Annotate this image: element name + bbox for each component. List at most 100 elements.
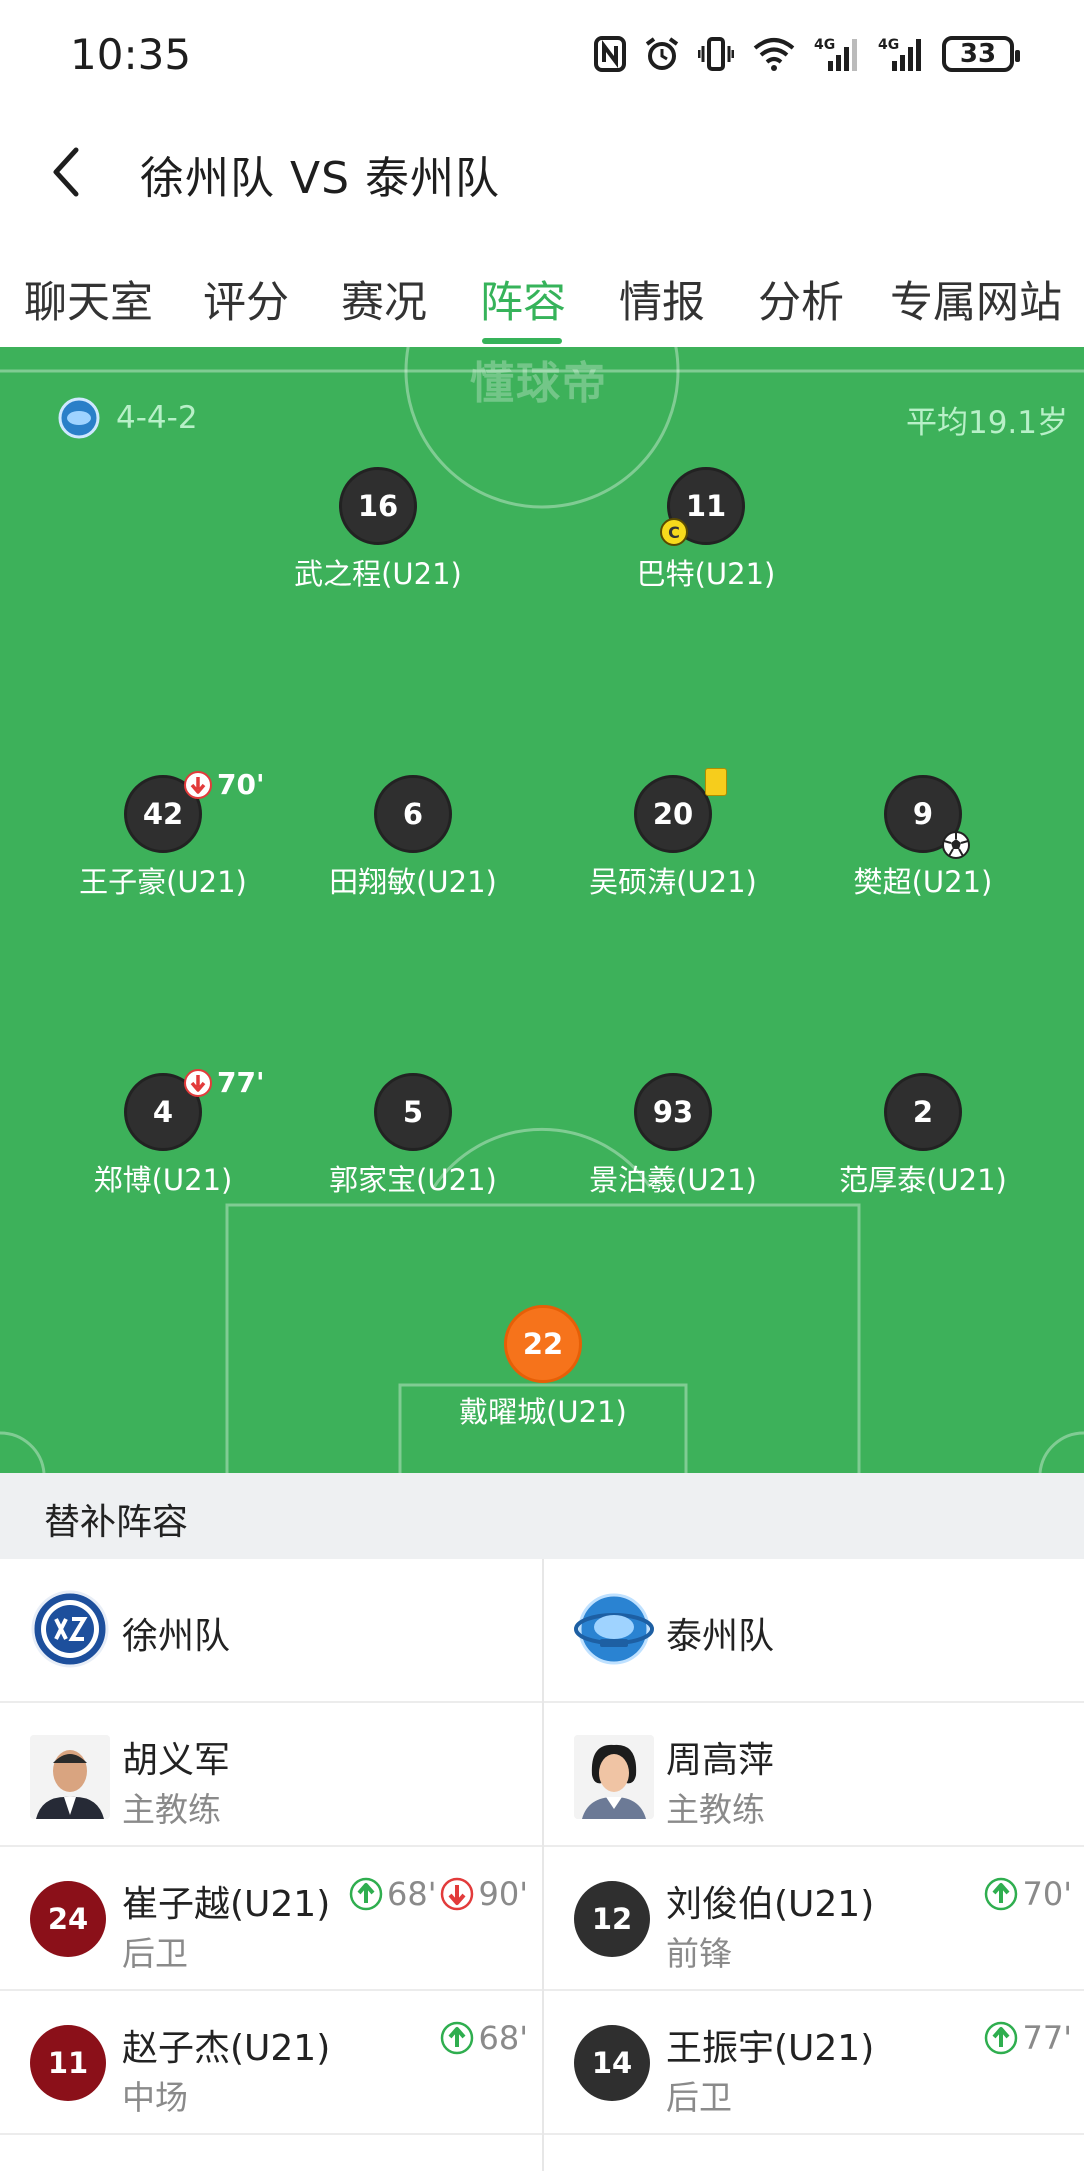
player-name: 王子豪(U21) — [79, 865, 247, 899]
player-number: 4 77' — [124, 1066, 265, 1151]
tab-bar: 聊天室 评分 赛况 阵容 情报 分析 专属网站 — [0, 258, 1084, 348]
sub-player-position: 后卫 — [122, 1934, 188, 1973]
sub-events: 68' — [440, 2019, 528, 2057]
player-number: 5 — [374, 1073, 452, 1151]
player-card[interactable]: 20 吴硕涛(U21) — [543, 768, 803, 901]
player-number: 2 — [884, 1073, 962, 1151]
player-card[interactable]: 22 戴曜城(U21) — [413, 1305, 673, 1431]
player-card[interactable]: 93 景泊羲(U21) — [543, 1073, 803, 1199]
wifi-icon — [753, 38, 795, 71]
player-card[interactable]: 42 70' 王子豪(U21) — [33, 768, 293, 901]
player-card[interactable]: 6 田翔敏(U21) — [283, 775, 543, 901]
sub-in-arrow-icon — [349, 1877, 383, 1911]
nfc-icon — [594, 36, 626, 72]
taizhou-team-logo-icon — [574, 1593, 654, 1665]
signal-4g-icon: 4G — [814, 37, 857, 71]
player-name: 田翔敏(U21) — [329, 865, 497, 899]
battery-icon: 33 — [942, 36, 1020, 72]
tab-chat[interactable]: 聊天室 — [24, 268, 153, 330]
svg-text:4G: 4G — [814, 37, 835, 53]
coach-role: 主教练 — [666, 1790, 765, 1829]
sub-player-row[interactable]: 11 赵子杰(U21) 中场 68' — [0, 1991, 542, 2135]
sub-player-number: 24 — [30, 1881, 106, 1957]
tab-exclusive-site[interactable]: 专属网站 — [890, 268, 1062, 330]
coach-name: 周高萍 — [666, 1740, 775, 1781]
sub-events: 68' 90' — [349, 1875, 528, 1913]
player-name: 戴曜城(U21) — [459, 1395, 627, 1429]
captain-badge: C — [660, 518, 688, 546]
player-name: 樊超(U21) — [853, 865, 993, 899]
away-subs-column: 泰州队 周高萍 主教练 12 刘俊伯(U21) 前锋 70' 14 王振宇(U2… — [542, 1559, 1084, 2171]
player-card[interactable]: 4 77' 郑博(U21) — [33, 1066, 293, 1199]
player-name: 郑博(U21) — [93, 1163, 233, 1197]
chevron-left-icon — [53, 147, 79, 197]
signal-4g-icon-2: 4G — [878, 37, 921, 71]
away-coach-row[interactable]: 周高萍 主教练 — [544, 1703, 1084, 1847]
team-logo-mini-icon — [58, 397, 100, 439]
sub-player-position: 中场 — [122, 2078, 188, 2117]
coach-avatar — [574, 1735, 654, 1819]
sub-out-arrow-icon — [184, 770, 212, 799]
sub-out-arrow-icon — [184, 1068, 212, 1097]
sub-player-name: 刘俊伯(U21) — [666, 1884, 875, 1925]
formation-value: 4-4-2 — [116, 400, 198, 436]
player-number: 6 — [374, 775, 452, 853]
player-card[interactable]: 11 C 巴特(U21) — [576, 467, 836, 593]
player-name: 巴特(U21) — [636, 557, 776, 591]
sub-out-arrow-icon — [441, 1877, 474, 1911]
player-name: 景泊羲(U21) — [589, 1163, 757, 1197]
goal-ball-icon — [942, 831, 970, 859]
player-name: 郭家宝(U21) — [329, 1163, 497, 1197]
sub-events: 77' — [984, 2019, 1072, 2057]
sub-player-row[interactable]: 24 崔子越(U21) 后卫 68' 90' — [0, 1847, 542, 1991]
back-button[interactable] — [42, 142, 92, 202]
sub-player-name: 王振宇(U21) — [666, 2028, 875, 2069]
sub-in-arrow-icon — [985, 2021, 1018, 2055]
tab-match-status[interactable]: 赛况 — [341, 268, 427, 330]
sub-player-row[interactable]: 12 刘俊伯(U21) 前锋 70' — [544, 1847, 1084, 1991]
sub-player-position: 后卫 — [666, 2078, 732, 2117]
away-team-name: 泰州队 — [666, 1616, 775, 1657]
player-card[interactable]: 2 范厚泰(U21) — [793, 1073, 1053, 1199]
status-bar: 10:35 4G 4G 33 — [0, 0, 1084, 112]
alarm-icon — [645, 37, 679, 70]
subs-grid: 徐州队 胡义军 主教练 24 崔子越(U21) 后卫 68' 90' 11 赵子… — [0, 1559, 1084, 2171]
home-coach-row[interactable]: 胡义军 主教练 — [0, 1703, 542, 1847]
vibrate-icon — [698, 37, 734, 71]
substitution-out: 77' — [183, 1066, 265, 1099]
sub-player-number: 12 — [574, 1881, 650, 1957]
sub-events: 70' — [984, 1875, 1072, 1913]
svg-text:4G: 4G — [878, 37, 899, 53]
player-card[interactable]: 9 樊超(U21) — [793, 775, 1053, 901]
sub-in-arrow-icon — [985, 1877, 1018, 1911]
sub-player-row[interactable]: 14 王振宇(U21) 后卫 77' — [544, 1991, 1084, 2135]
tab-intel[interactable]: 情报 — [619, 268, 705, 330]
formation-label: 4-4-2 — [58, 397, 198, 439]
home-team-row[interactable]: 徐州队 — [0, 1559, 542, 1703]
sub-player-number: 14 — [574, 2025, 650, 2101]
player-number: 9 — [884, 775, 970, 859]
sub-player-number: 11 — [30, 2025, 106, 2101]
status-time: 10:35 — [70, 30, 192, 79]
tab-lineup[interactable]: 阵容 — [480, 268, 566, 330]
player-number: 93 — [634, 1073, 712, 1151]
sub-player-name: 赵子杰(U21) — [122, 2028, 331, 2069]
tab-analysis[interactable]: 分析 — [758, 268, 844, 330]
player-name: 范厚泰(U21) — [839, 1163, 1007, 1197]
home-team-name: 徐州队 — [122, 1616, 231, 1657]
subs-title: 替补阵容 — [44, 1502, 189, 1543]
battery-level: 33 — [959, 39, 997, 69]
sub-in-arrow-icon — [441, 2021, 474, 2055]
status-icons: 4G 4G 33 — [594, 32, 1020, 76]
player-card[interactable]: 16 武之程(U21) — [248, 467, 508, 593]
yellow-card-icon — [705, 768, 727, 796]
app-header: 徐州队 VS 泰州队 — [0, 112, 1084, 232]
home-subs-column: 徐州队 胡义军 主教练 24 崔子越(U21) 后卫 68' 90' 11 赵子… — [0, 1559, 542, 2171]
away-team-row[interactable]: 泰州队 — [544, 1559, 1084, 1703]
tab-ratings[interactable]: 评分 — [203, 268, 289, 330]
player-card[interactable]: 5 郭家宝(U21) — [283, 1073, 543, 1199]
lineup-pitch: 懂球帝 4-4-2 平均19.1岁 16 武之程(U21) 11 C 巴特(U2… — [0, 347, 1084, 1473]
player-name: 武之程(U21) — [294, 557, 462, 591]
player-name: 吴硕涛(U21) — [589, 865, 757, 899]
player-number: 20 — [634, 768, 727, 853]
